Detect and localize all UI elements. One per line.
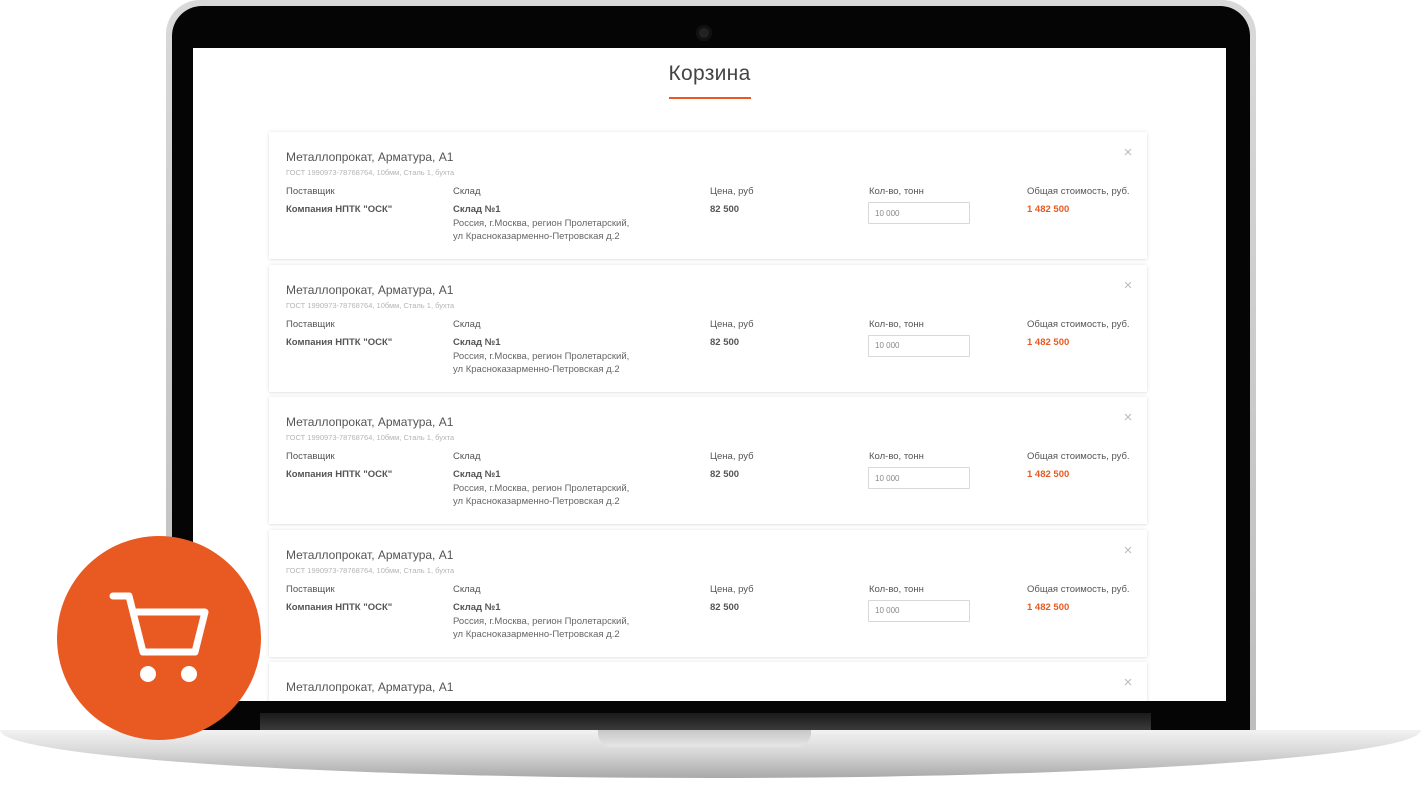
supplier-label: Поставщик: [286, 318, 335, 330]
cart-item: Металлопрокат, Арматура, А1 ГОСТ 1990973…: [269, 397, 1147, 524]
address-line-1: Россия, г.Москва, регион Пролетарский,: [453, 218, 630, 229]
laptop-notch: [598, 730, 811, 747]
quantity-input[interactable]: [868, 599, 970, 622]
supplier-value: Компания НПТК "ОСК": [286, 204, 393, 215]
price-label: Цена, руб: [710, 186, 754, 197]
total-label: Общая стоимость, руб.: [1027, 318, 1130, 330]
address-line-2: ул Красноказарменно-Петровская д.2: [453, 363, 620, 375]
supplier-label: Поставщик: [286, 583, 335, 595]
warehouse-address: Россия, г.Москва, регион Пролетарский, у…: [453, 615, 629, 641]
total-label: Общая стоимость, руб.: [1027, 583, 1130, 595]
warehouse-value: Склад №1: [453, 204, 501, 215]
total-value: 1 482 500: [1027, 336, 1070, 348]
item-title: Металлопрокат, Арматура, А1: [286, 680, 454, 694]
cart-item: Металлопрокат, Арматура, А1 ГОСТ 1990973…: [269, 264, 1147, 392]
total-value: 1 482 500: [1027, 204, 1070, 215]
price-value: 82 500: [710, 601, 740, 613]
laptop-hinge: [260, 713, 1151, 730]
qty-label: Кол-во, тонн: [869, 451, 924, 462]
cart-badge[interactable]: [57, 536, 261, 740]
page-title: Корзина: [668, 62, 751, 85]
warehouse-label: Склад: [453, 318, 481, 330]
qty-label: Кол-во, тонн: [869, 186, 924, 197]
price-label: Цена, руб: [710, 318, 754, 330]
warehouse-label: Склад: [453, 583, 481, 595]
remove-item-button[interactable]: ×: [1121, 675, 1135, 690]
qty-label: Кол-во, тонн: [869, 583, 924, 595]
remove-item-button[interactable]: ×: [1121, 145, 1135, 160]
webcam: [696, 25, 712, 41]
item-title: Металлопрокат, Арматура, А1: [286, 547, 454, 562]
price-value: 82 500: [710, 204, 740, 215]
price-value: 82 500: [710, 469, 740, 480]
shopping-cart-icon: [109, 592, 209, 682]
address-line-2: ул Красноказарменно-Петровская д.2: [453, 496, 620, 507]
item-gost: ГОСТ 1990973-78768764, 10бмм, Сталь 1, б…: [286, 168, 455, 177]
remove-item-button[interactable]: ×: [1121, 410, 1135, 425]
cart-item: Металлопрокат, Арматура, А1 ГОСТ 1990973…: [269, 529, 1147, 657]
address-line-2: ул Красноказарменно-Петровская д.2: [453, 231, 620, 242]
total-label: Общая стоимость, руб.: [1027, 451, 1130, 462]
item-gost: ГОСТ 1990973-78768764, 10бмм, Сталь 1, б…: [286, 565, 455, 575]
remove-item-button[interactable]: ×: [1121, 278, 1135, 293]
item-title: Металлопрокат, Арматура, А1: [286, 150, 454, 164]
warehouse-address: Россия, г.Москва, регион Пролетарский, у…: [453, 350, 629, 376]
warehouse-address: Россия, г.Москва, регион Пролетарский, у…: [453, 482, 629, 508]
price-value: 82 500: [710, 336, 740, 348]
item-title: Металлопрокат, Арматура, А1: [286, 282, 454, 297]
total-value: 1 482 500: [1027, 469, 1070, 480]
laptop-screen: Корзина Металлопрокат, Арматура, А1 ГОСТ…: [193, 48, 1226, 701]
quantity-input[interactable]: [868, 334, 970, 357]
warehouse-address: Россия, г.Москва, регион Пролетарский, у…: [453, 217, 629, 243]
cart-item: Металлопрокат, Арматура, А1 ГОСТ 1990973…: [269, 132, 1147, 259]
warehouse-label: Склад: [453, 186, 481, 197]
warehouse-value: Склад №1: [453, 469, 501, 480]
cart-item: Металлопрокат, Арматура, А1 ×: [269, 662, 1147, 701]
price-label: Цена, руб: [710, 451, 754, 462]
item-gost: ГОСТ 1990973-78768764, 10бмм, Сталь 1, б…: [286, 300, 455, 310]
warehouse-value: Склад №1: [453, 601, 501, 613]
warehouse-value: Склад №1: [453, 336, 501, 348]
price-label: Цена, руб: [710, 583, 754, 595]
address-line-2: ул Красноказарменно-Петровская д.2: [453, 628, 620, 640]
address-line-1: Россия, г.Москва, регион Пролетарский,: [453, 615, 630, 627]
qty-label: Кол-во, тонн: [869, 318, 924, 330]
remove-item-button[interactable]: ×: [1121, 543, 1135, 558]
address-line-1: Россия, г.Москва, регион Пролетарский,: [453, 483, 630, 494]
cart-list: Металлопрокат, Арматура, А1 ГОСТ 1990973…: [269, 132, 1147, 701]
quantity-input[interactable]: [868, 202, 970, 224]
supplier-label: Поставщик: [286, 451, 335, 462]
address-line-1: Россия, г.Москва, регион Пролетарский,: [453, 350, 630, 362]
item-title: Металлопрокат, Арматура, А1: [286, 415, 454, 429]
supplier-label: Поставщик: [286, 186, 335, 197]
quantity-input[interactable]: [868, 467, 970, 489]
supplier-value: Компания НПТК "ОСК": [286, 469, 393, 480]
title-underline: [669, 97, 751, 99]
supplier-value: Компания НПТК "ОСК": [286, 336, 393, 348]
total-value: 1 482 500: [1027, 601, 1070, 613]
item-gost: ГОСТ 1990973-78768764, 10бмм, Сталь 1, б…: [286, 433, 455, 442]
supplier-value: Компания НПТК "ОСК": [286, 601, 393, 613]
total-label: Общая стоимость, руб.: [1027, 186, 1130, 197]
warehouse-label: Склад: [453, 451, 481, 462]
